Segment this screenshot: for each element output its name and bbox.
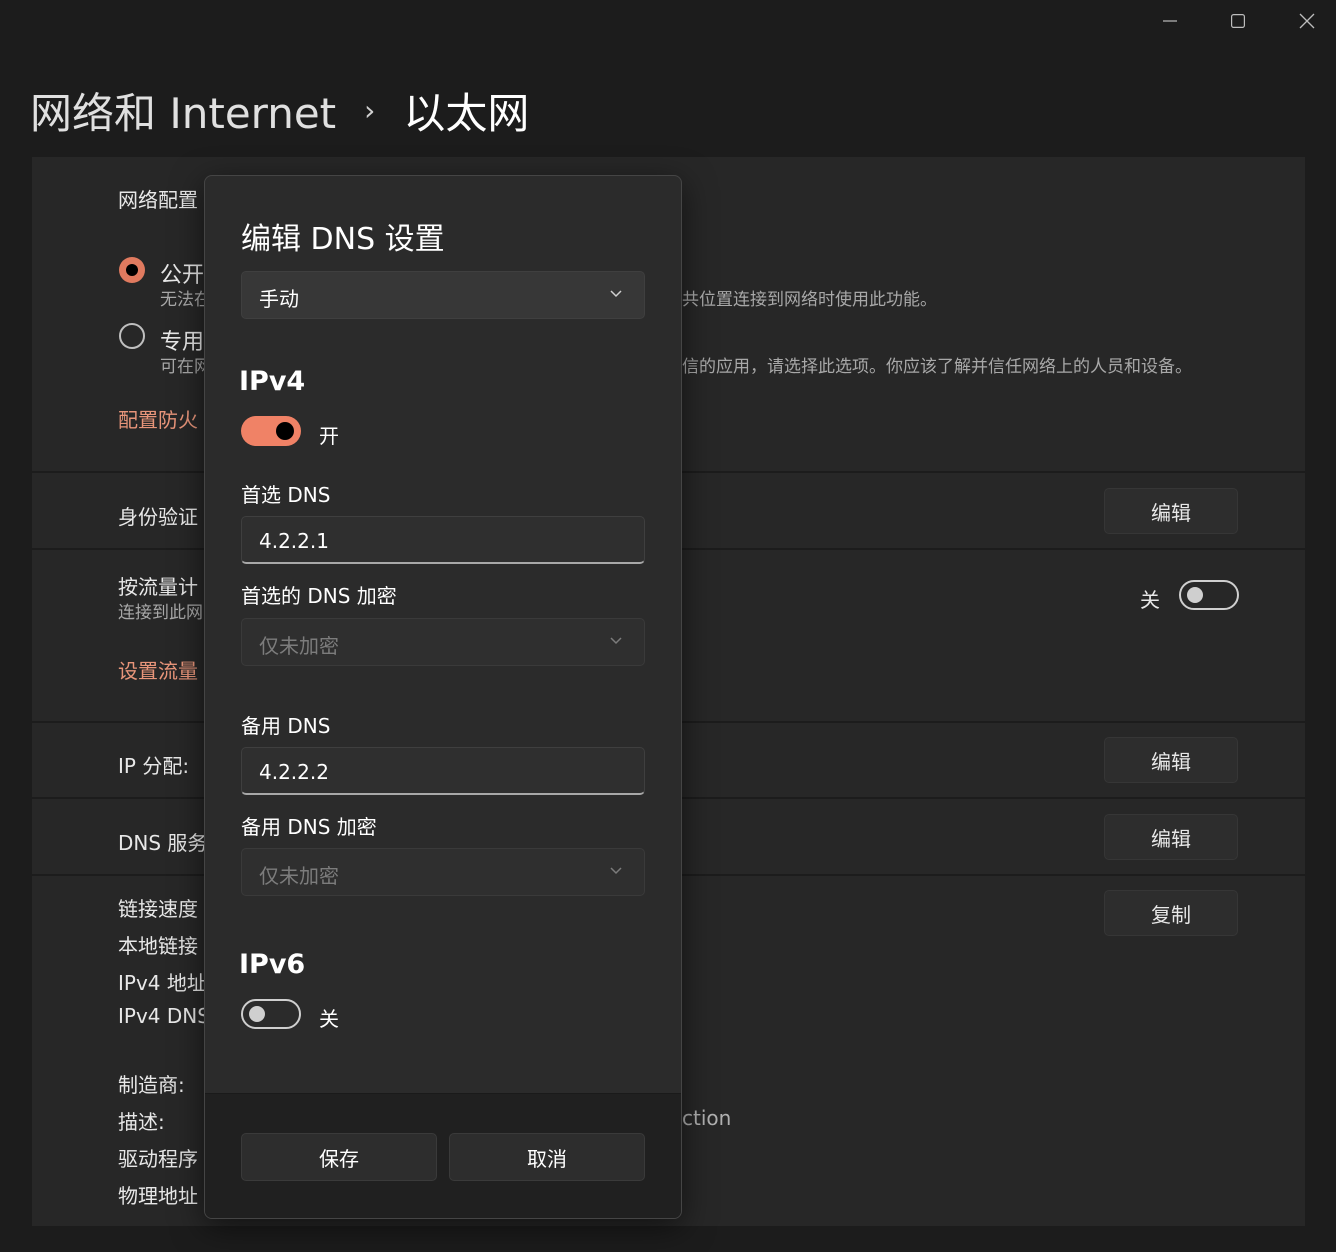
toggle-knob xyxy=(1187,587,1203,603)
driver-label: 驱动程序 xyxy=(118,1147,198,1171)
metered-description: 连接到此网 xyxy=(118,603,203,623)
chevron-down-icon xyxy=(610,867,622,875)
alternate-dns-label: 备用 DNS xyxy=(241,714,331,738)
ip-assignment-edit-button[interactable]: 编辑 xyxy=(1104,737,1238,783)
ipv4-dns-label: IPv4 DNS xyxy=(118,1004,210,1028)
preferred-encryption-label: 首选的 DNS 加密 xyxy=(241,584,397,608)
alternate-encryption-select[interactable]: 仅未加密 xyxy=(241,848,645,896)
manufacturer-label: 制造商: xyxy=(118,1073,185,1097)
page-title: 以太网 xyxy=(403,88,530,138)
toggle-knob xyxy=(249,1006,265,1022)
alternate-encryption-label: 备用 DNS 加密 xyxy=(241,815,377,839)
dns-server-label: DNS 服务 xyxy=(118,831,208,855)
preferred-encryption-value: 仅未加密 xyxy=(259,634,339,658)
breadcrumb: 网络和 Internet › 以太网 xyxy=(30,80,529,140)
physical-address-label: 物理地址 xyxy=(118,1184,198,1208)
dns-mode-value: 手动 xyxy=(259,287,299,311)
chevron-down-icon xyxy=(610,637,622,645)
chevron-down-icon xyxy=(610,290,622,298)
ipv6-toggle-label: 关 xyxy=(319,1007,339,1031)
ipv6-heading: IPv6 xyxy=(239,949,306,980)
alternate-dns-input[interactable]: 4.2.2.2 xyxy=(241,747,645,795)
ipv4-toggle-label: 开 xyxy=(319,424,339,448)
link-speed-label: 链接速度 xyxy=(118,897,198,921)
ipv4-address-label: IPv4 地址 xyxy=(118,971,207,995)
minimize-icon xyxy=(1163,20,1177,22)
auth-label: 身份验证 xyxy=(118,505,198,529)
copy-button[interactable]: 复制 xyxy=(1104,890,1238,936)
dialog-title: 编辑 DNS 设置 xyxy=(241,222,445,257)
metered-state-label: 关 xyxy=(1140,588,1160,612)
preferred-encryption-select[interactable]: 仅未加密 xyxy=(241,618,645,666)
alternate-dns-value: 4.2.2.2 xyxy=(259,760,329,784)
close-icon xyxy=(1299,13,1315,29)
ipv4-heading: IPv4 xyxy=(239,366,306,397)
auth-edit-button[interactable]: 编辑 xyxy=(1104,488,1238,534)
toggle-knob xyxy=(276,422,294,440)
link-local-label: 本地链接 xyxy=(118,934,198,958)
ipv6-toggle[interactable] xyxy=(241,999,301,1029)
breadcrumb-parent[interactable]: 网络和 Internet xyxy=(30,80,336,141)
cancel-button[interactable]: 取消 xyxy=(449,1133,645,1181)
preferred-dns-label: 首选 DNS xyxy=(241,483,331,507)
minimize-button[interactable] xyxy=(1148,6,1192,36)
private-radio[interactable] xyxy=(119,323,145,349)
alternate-encryption-value: 仅未加密 xyxy=(259,864,339,888)
maximize-icon xyxy=(1231,14,1245,28)
metered-toggle[interactable] xyxy=(1179,580,1239,610)
public-radio[interactable] xyxy=(119,257,145,283)
firewall-link[interactable]: 配置防火 xyxy=(118,404,198,433)
edit-dns-dialog: 编辑 DNS 设置 手动 IPv4 开 首选 DNS 4.2.2.1 首选的 D… xyxy=(204,175,682,1219)
public-description-tail: 共位置连接到网络时使用此功能。 xyxy=(682,290,937,310)
preferred-dns-value: 4.2.2.1 xyxy=(259,529,329,553)
chevron-right-icon: › xyxy=(364,93,376,127)
save-button[interactable]: 保存 xyxy=(241,1133,437,1181)
preferred-dns-input[interactable]: 4.2.2.1 xyxy=(241,516,645,564)
description-label: 描述: xyxy=(118,1110,165,1134)
private-description-tail: 信的应用，请选择此选项。你应该了解并信任网络上的人员和设备。 xyxy=(682,357,1192,377)
dns-mode-select[interactable]: 手动 xyxy=(241,271,645,319)
data-limit-link[interactable]: 设置流量 xyxy=(118,655,198,684)
ipv4-toggle[interactable] xyxy=(241,416,301,446)
maximize-button[interactable] xyxy=(1216,6,1260,36)
dns-server-edit-button[interactable]: 编辑 xyxy=(1104,814,1238,860)
ip-assignment-label: IP 分配: xyxy=(118,754,190,778)
metered-label: 按流量计 xyxy=(118,575,198,599)
close-button[interactable] xyxy=(1285,6,1329,36)
network-profile-label: 网络配置 xyxy=(118,188,198,212)
description-value: ction xyxy=(682,1106,732,1130)
